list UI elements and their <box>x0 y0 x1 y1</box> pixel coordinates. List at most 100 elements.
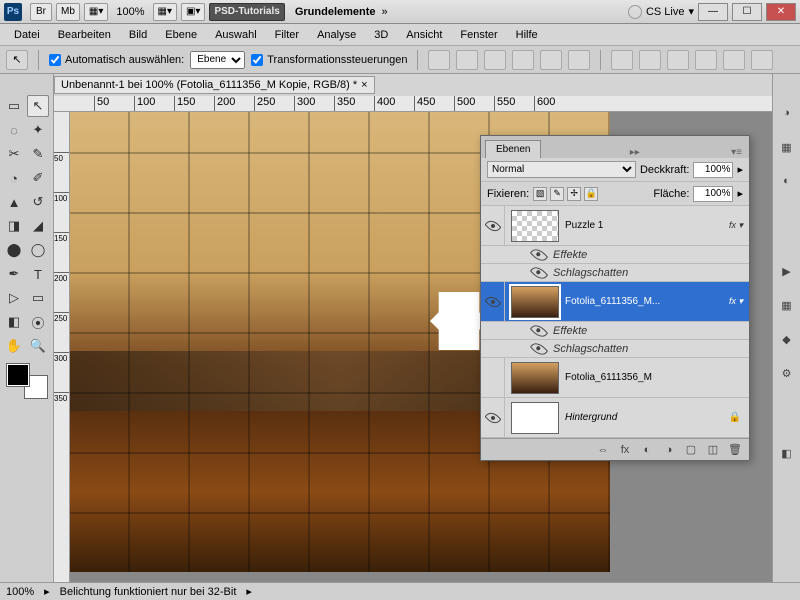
tool-gradient[interactable]: ◢ <box>27 215 49 237</box>
auto-select-input[interactable] <box>49 54 61 66</box>
workspace-label[interactable]: Grundelemente <box>295 6 376 18</box>
visibility-eye-icon[interactable] <box>530 339 548 357</box>
align-top-button[interactable] <box>428 50 450 70</box>
properties-panel-icon[interactable]: ⚙ <box>778 364 796 382</box>
link-layers-icon[interactable]: ⇔ <box>595 443 611 457</box>
window-minimize-button[interactable]: — <box>698 3 728 21</box>
tool-move-secondary[interactable]: ▭ <box>3 95 25 117</box>
tool-healing[interactable]: ◔ <box>3 167 25 189</box>
menu-ansicht[interactable]: Ansicht <box>398 26 450 44</box>
distribute-5-button[interactable] <box>723 50 745 70</box>
psd-tutorials-button[interactable]: PSD-Tutorials <box>209 3 284 21</box>
adjustment-layer-icon[interactable]: ◑ <box>661 443 677 457</box>
visibility-eye-icon[interactable] <box>484 217 501 234</box>
menu-analyse[interactable]: Analyse <box>309 26 364 44</box>
lock-pixels-icon[interactable]: ✎ <box>550 187 564 201</box>
tool-3d-camera[interactable]: ⦿ <box>27 311 49 333</box>
visibility-eye-icon[interactable] <box>484 409 501 426</box>
visibility-eye-icon[interactable] <box>530 263 548 281</box>
layers-tab[interactable]: Ebenen <box>485 140 541 158</box>
menu-bild[interactable]: Bild <box>121 26 155 44</box>
panel-collapse-icon[interactable]: ▸▸ <box>627 147 643 158</box>
document-tab[interactable]: Unbenannt-1 bei 100% (Fotolia_6111356_M … <box>54 76 375 94</box>
window-maximize-button[interactable]: ☐ <box>732 3 762 21</box>
menu-hilfe[interactable]: Hilfe <box>508 26 546 44</box>
status-zoom[interactable]: 100% <box>6 586 34 598</box>
distribute-3-button[interactable] <box>667 50 689 70</box>
status-expand-icon[interactable]: ▸ <box>44 585 50 598</box>
history-panel-icon[interactable]: ▦ <box>778 296 796 314</box>
info-panel-icon[interactable]: ◆ <box>778 330 796 348</box>
layer-thumbnail[interactable] <box>511 286 559 318</box>
opacity-input[interactable] <box>693 162 733 178</box>
workspace-more-icon[interactable]: » <box>382 6 388 18</box>
layer-thumbnail[interactable] <box>511 210 559 242</box>
tool-zoom[interactable]: 🔍 <box>27 335 49 357</box>
arrange-docs-button[interactable]: ▦▾ <box>153 3 177 21</box>
tool-pen[interactable]: ✒ <box>3 263 25 285</box>
panel-menu-icon[interactable]: ▾≡ <box>728 147 745 158</box>
opacity-dropdown-icon[interactable]: ▸ <box>737 163 743 176</box>
layer-fotolia-copy[interactable]: Fotolia_6111356_M... fx ▾ <box>481 282 749 322</box>
visibility-eye-icon[interactable] <box>530 321 548 339</box>
menu-bearbeiten[interactable]: Bearbeiten <box>50 26 119 44</box>
layers-panel-icon[interactable]: ◧ <box>778 444 796 462</box>
new-layer-icon[interactable]: ◫ <box>705 443 721 457</box>
align-vcenter-button[interactable] <box>456 50 478 70</box>
status-dropdown-icon[interactable]: ▸ <box>246 585 252 598</box>
transform-controls-checkbox[interactable]: Transformationssteuerungen <box>251 54 407 66</box>
auto-select-checkbox[interactable]: Automatisch auswählen: <box>49 54 184 66</box>
lock-transparency-icon[interactable]: ▧ <box>533 187 547 201</box>
swatches-panel-icon[interactable]: ▦ <box>778 138 796 156</box>
tool-type[interactable]: T <box>27 263 49 285</box>
tool-clone[interactable]: ▲ <box>3 191 25 213</box>
layer-style-icon[interactable]: fx <box>617 443 633 457</box>
align-left-button[interactable] <box>512 50 534 70</box>
window-close-button[interactable]: ✕ <box>766 3 796 21</box>
dropshadow-row-2[interactable]: Schlagschatten <box>481 340 749 358</box>
menu-datei[interactable]: Datei <box>6 26 48 44</box>
visibility-eye-icon[interactable] <box>530 245 548 263</box>
tool-crop[interactable]: ✂ <box>3 143 25 165</box>
lock-all-icon[interactable]: 🔒 <box>584 187 598 201</box>
group-layers-icon[interactable]: ▢ <box>683 443 699 457</box>
distribute-1-button[interactable] <box>611 50 633 70</box>
auto-select-target-select[interactable]: Ebene <box>190 51 245 69</box>
fill-dropdown-icon[interactable]: ▸ <box>737 187 743 200</box>
tool-eyedropper[interactable]: ✎ <box>27 143 49 165</box>
effects-row-2[interactable]: Effekte <box>481 322 749 340</box>
menu-ebene[interactable]: Ebene <box>157 26 205 44</box>
fx-badge[interactable]: fx ▾ <box>729 220 749 231</box>
distribute-4-button[interactable] <box>695 50 717 70</box>
tool-blur[interactable]: ⬤ <box>3 239 25 261</box>
minibridge-button[interactable]: Mb <box>56 3 80 21</box>
effects-row[interactable]: Effekte <box>481 246 749 264</box>
tool-3d[interactable]: ◧ <box>3 311 25 333</box>
transform-controls-input[interactable] <box>251 54 263 66</box>
adjustments-panel-icon[interactable]: ◐ <box>778 172 796 190</box>
menu-auswahl[interactable]: Auswahl <box>207 26 265 44</box>
foreground-color-swatch[interactable] <box>7 364 29 386</box>
layer-fotolia-base[interactable]: Fotolia_6111356_M <box>481 358 749 398</box>
layer-thumbnail[interactable] <box>511 362 559 394</box>
move-tool-preset-icon[interactable]: ↖ <box>6 50 28 70</box>
menu-filter[interactable]: Filter <box>267 26 307 44</box>
delete-layer-icon[interactable]: 🗑 <box>727 443 743 457</box>
screen-mode-button[interactable]: ▣▾ <box>181 3 205 21</box>
menu-fenster[interactable]: Fenster <box>452 26 505 44</box>
cslive-search-icon[interactable] <box>628 5 642 19</box>
dropshadow-row[interactable]: Schlagschatten <box>481 264 749 282</box>
tool-eraser[interactable]: ◨ <box>3 215 25 237</box>
menu-3d[interactable]: 3D <box>366 26 396 44</box>
tool-lasso[interactable]: ◌ <box>3 119 25 141</box>
fx-badge[interactable]: fx ▾ <box>729 296 749 307</box>
tool-brush[interactable]: ✐ <box>27 167 49 189</box>
align-bottom-button[interactable] <box>484 50 506 70</box>
lock-position-icon[interactable]: ✢ <box>567 187 581 201</box>
tool-path[interactable]: ▷ <box>3 287 25 309</box>
fill-input[interactable] <box>693 186 733 202</box>
view-extras-button[interactable]: ▦▾ <box>84 3 108 21</box>
layer-puzzle-1[interactable]: Puzzle 1 fx ▾ <box>481 206 749 246</box>
blend-mode-select[interactable]: Normal <box>487 161 636 178</box>
tool-dodge[interactable]: ◯ <box>27 239 49 261</box>
